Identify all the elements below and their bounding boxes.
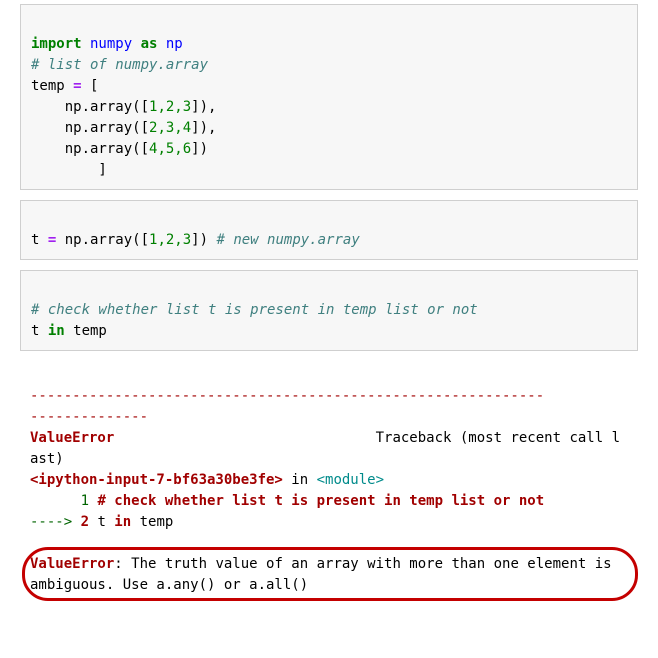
tb-arrow-icon: ----> [30, 514, 81, 530]
nums: 1,2,3 [149, 99, 191, 115]
code-text: np.array([ [31, 141, 149, 157]
traceback-output: ----------------------------------------… [20, 361, 638, 642]
tb-location: <ipython-input-7-bf63a30be3fe> [30, 472, 283, 488]
nums: 4,5,6 [149, 141, 191, 157]
op-equals: = [48, 232, 65, 248]
nums: 2,3,4 [149, 120, 191, 136]
tb-final-error-name: ValueError [30, 556, 114, 572]
tb-lineno: 2 [81, 514, 98, 530]
comment: # check whether list t is present in tem… [31, 302, 478, 318]
code-cell-1: import numpy as np # list of numpy.array… [20, 4, 638, 190]
code-text: ]), [191, 120, 216, 136]
kw-as: as [141, 36, 158, 52]
tb-line1: # check whether list t is present in tem… [97, 493, 544, 509]
code-text: t [31, 323, 48, 339]
code-cell-3: # check whether list t is present in tem… [20, 270, 638, 351]
tb-trace-text: Traceback (most recent call last) [30, 430, 620, 467]
tb-error-name: ValueError [30, 430, 114, 446]
code-text: ] [31, 162, 107, 178]
code-text: ]) [191, 141, 208, 157]
tb-final-message: : The truth value of an array with more … [30, 556, 620, 593]
comment: # list of numpy.array [31, 57, 208, 73]
kw-import: import [31, 36, 82, 52]
alias-np: np [157, 36, 182, 52]
kw-in: in [48, 323, 65, 339]
code-text: np.array([ [31, 99, 149, 115]
code-text: temp [65, 323, 107, 339]
code-text: temp [31, 78, 73, 94]
tb-sep: -------------- [30, 409, 148, 425]
code-text: t [31, 232, 48, 248]
tb-sep: ----------------------------------------… [30, 388, 544, 404]
code-text: np.array([ [65, 232, 149, 248]
op-equals: = [73, 78, 90, 94]
comment: # new numpy.array [216, 232, 359, 248]
code-text: ]) [191, 232, 216, 248]
nums: 1,2,3 [149, 232, 191, 248]
tb-code: temp [131, 514, 173, 530]
code-text: np.array([ [31, 120, 149, 136]
tb-code: t [97, 514, 114, 530]
tb-lineno: 1 [30, 493, 97, 509]
kw-in: in [114, 514, 131, 530]
mod-numpy: numpy [82, 36, 141, 52]
tb-module: <module> [317, 472, 384, 488]
code-text: ]), [191, 99, 216, 115]
notebook-output: import numpy as np # list of numpy.array… [0, 0, 658, 658]
tb-in: in [283, 472, 317, 488]
code-text: [ [90, 78, 98, 94]
code-cell-2: t = np.array([1,2,3]) # new numpy.array [20, 200, 638, 260]
